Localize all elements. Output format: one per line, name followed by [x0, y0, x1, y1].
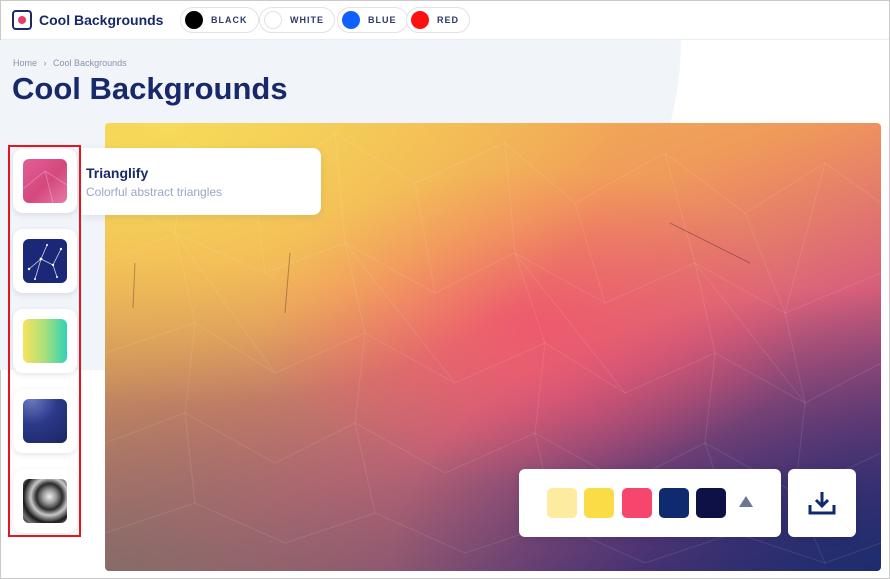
breadcrumb-separator: ›	[43, 58, 47, 68]
palette-swatch[interactable]	[696, 488, 726, 518]
white-color-dot-icon	[264, 11, 282, 29]
breadcrumb-current[interactable]: Cool Backgrounds	[53, 58, 127, 68]
color-filter-label: WHITE	[290, 15, 324, 25]
color-filter-label: BLUE	[368, 15, 397, 25]
palette-swatch[interactable]	[659, 488, 689, 518]
blue-color-dot-icon	[342, 11, 360, 29]
color-filter-white[interactable]: WHITE	[259, 7, 335, 33]
caret-up-icon[interactable]	[739, 496, 753, 507]
generator-tooltip: Trianglify Colorful abstract triangles	[81, 148, 321, 215]
breadcrumb-home-link[interactable]: Home	[13, 58, 37, 68]
download-button[interactable]	[788, 469, 856, 537]
red-color-dot-icon	[411, 11, 429, 29]
black-color-dot-icon	[185, 11, 203, 29]
palette-swatch[interactable]	[584, 488, 614, 518]
tooltip-description: Colorful abstract triangles	[86, 185, 223, 199]
page-title: Cool Backgrounds	[12, 71, 288, 106]
app-name[interactable]: Cool Backgrounds	[39, 12, 163, 28]
tooltip-title: Trianglify	[86, 165, 149, 181]
generator-sidebar	[8, 145, 81, 537]
top-bar: Cool Backgrounds BLACK WHITE BLUE RED	[1, 1, 889, 40]
color-filter-red[interactable]: RED	[406, 7, 471, 33]
color-filter-label: RED	[437, 15, 460, 25]
palette-swatch[interactable]	[622, 488, 652, 518]
color-palette-panel	[519, 469, 781, 537]
color-filter-black[interactable]: BLACK	[180, 7, 259, 33]
app-logo-icon[interactable]	[12, 10, 32, 30]
color-filter-blue[interactable]: BLUE	[337, 7, 408, 33]
breadcrumb: Home › Cool Backgrounds	[13, 58, 131, 68]
palette-swatch[interactable]	[547, 488, 577, 518]
download-icon	[808, 492, 836, 515]
color-filter-label: BLACK	[211, 15, 248, 25]
